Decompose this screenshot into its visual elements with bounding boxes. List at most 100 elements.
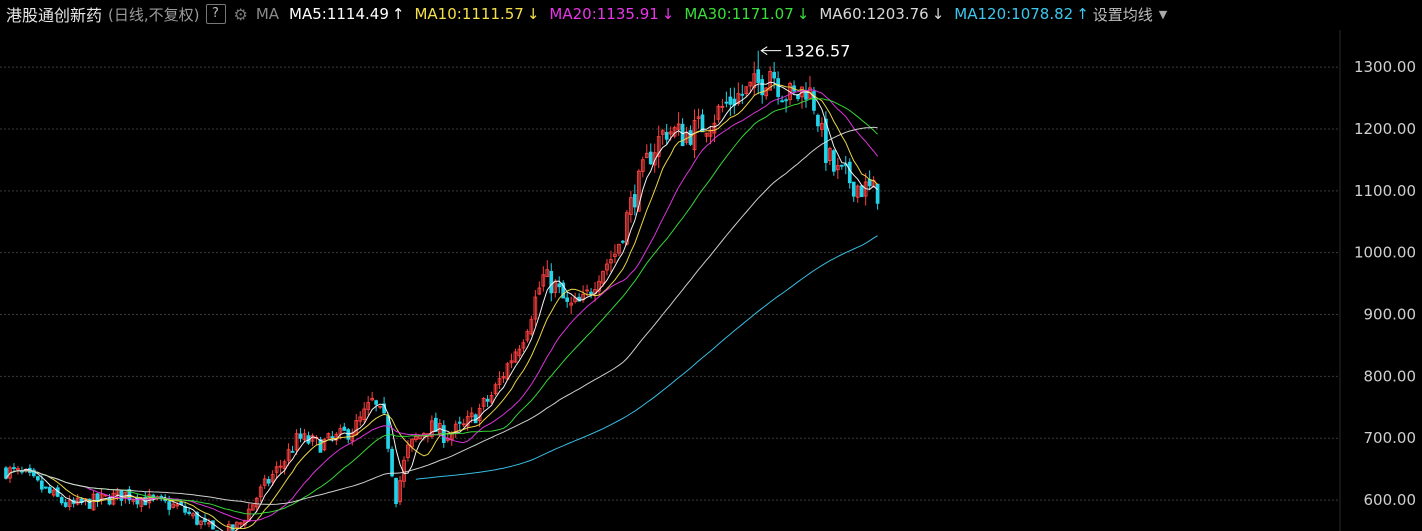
candle [314,435,319,445]
candle [433,412,438,432]
ma-line-ma5 [5,81,878,531]
candlestick-chart[interactable]: 600.00 700.00 800.00 900.00 1000.00 1100.00 12… [0,0,1422,531]
candle [831,149,836,176]
candle-body [867,179,872,187]
candle-body [39,480,44,490]
candle-body [724,101,729,104]
candle [525,329,530,343]
candle [835,157,840,179]
candle [99,488,104,505]
candle-body [784,99,788,102]
candle [398,476,402,505]
candle [621,240,625,244]
candle [617,243,621,256]
candle-body [756,69,761,83]
candle-body [35,476,40,481]
candles [4,50,880,531]
candle [545,260,550,278]
candle [780,95,784,103]
y-tick-label: 600.00 [1364,491,1417,509]
candle [704,132,709,143]
candle [513,348,518,364]
candle-body [107,497,112,505]
candle [812,87,816,115]
candle-body [565,297,570,302]
candle [664,124,669,145]
candle [808,76,812,100]
candle-body [859,185,864,198]
y-tick-label: 900.00 [1364,306,1417,324]
candle-body [167,501,172,510]
candle [378,405,382,410]
candle-body [875,183,880,204]
candle [728,87,733,117]
candle [605,259,609,276]
candle [199,520,203,530]
candle [632,184,637,216]
candle [613,244,617,264]
candle [732,87,737,115]
candle [847,158,852,189]
candle-body [119,489,124,501]
candle [298,427,303,443]
candle-body [740,93,745,96]
candle [306,431,311,445]
candle [318,436,323,453]
candle [648,143,653,165]
y-tick-label: 800.00 [1364,367,1417,385]
candle [310,433,315,446]
y-tick-label: 1100.00 [1354,182,1416,200]
candle [609,250,613,273]
candle-body [298,433,303,439]
candle-body [266,478,271,484]
candle [262,474,267,489]
candle [59,495,64,506]
candle [716,104,721,123]
candle [342,422,347,432]
candle [501,372,506,384]
candle [764,87,769,100]
candle-body [839,164,844,167]
candle [796,94,800,102]
candle [784,97,788,113]
candle [250,504,255,511]
y-tick-label: 1200.00 [1354,120,1416,138]
candle [282,459,287,475]
ma-line-ma10 [5,84,878,530]
candle-body [549,270,554,294]
candle [565,292,570,308]
candle-body [621,240,625,243]
candle [453,420,458,439]
candle [258,484,263,503]
candle [680,118,685,147]
candle [549,263,554,302]
candle [246,503,251,522]
y-tick-label: 1300.00 [1354,58,1416,76]
candle [517,345,522,359]
candle [529,315,534,336]
candle-body [847,161,852,184]
candle [760,74,765,104]
candle [497,371,502,389]
candle [820,117,824,137]
candle [533,290,538,327]
candle-body [664,131,669,140]
candle-body [728,96,733,105]
candle-body [290,450,295,453]
candle [851,181,856,202]
ma-line-ma30 [5,98,878,515]
candle-body [632,194,637,208]
candle [266,476,271,487]
candle [461,418,466,427]
candle [410,438,414,452]
price-annotations: 1326.57532.66 [760,42,850,61]
candle [724,91,729,108]
candle [346,428,351,444]
candle-body [457,421,462,424]
candle [370,391,375,402]
candle [366,396,371,416]
ma-lines [5,81,878,531]
candle-body [12,467,16,469]
candle-body [231,524,235,531]
candle-body [318,439,323,453]
